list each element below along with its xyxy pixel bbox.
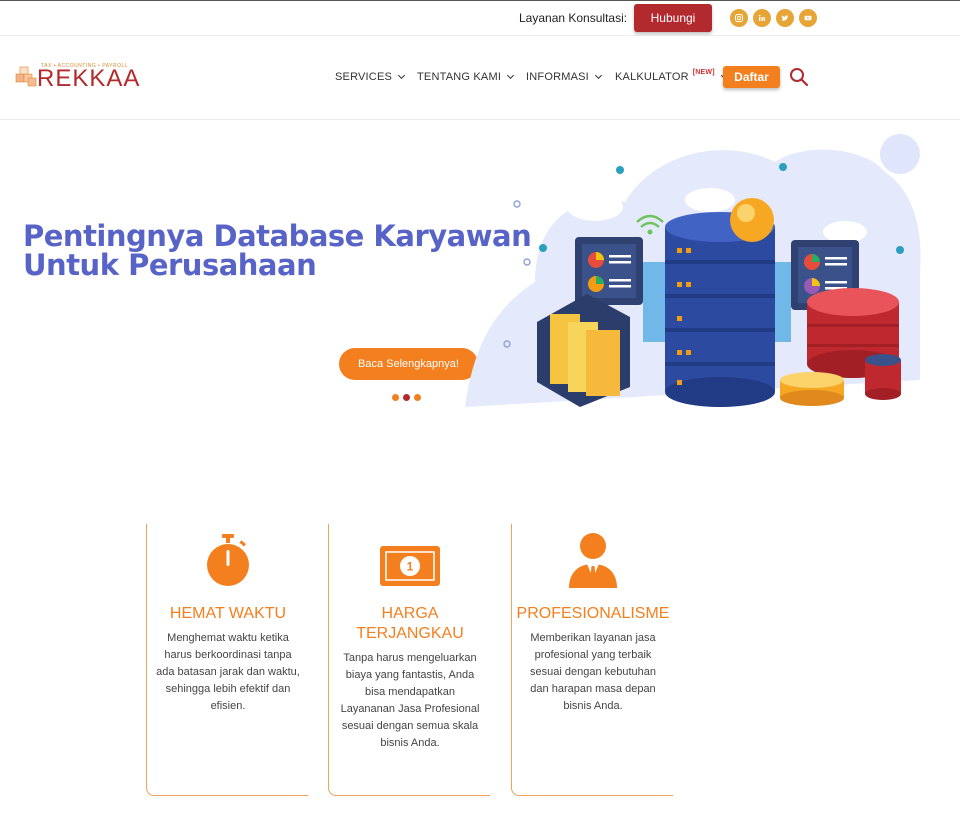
- nav-tentang-kami-label: TENTANG KAMI: [417, 71, 502, 83]
- hubungi-button[interactable]: Hubungi: [634, 4, 712, 32]
- hero-title: Pentingnya Database Karyawan Untuk Perus…: [23, 219, 532, 282]
- slider-dot-2[interactable]: [403, 394, 410, 401]
- slider-dots: [392, 394, 421, 401]
- chevron-down-icon: [594, 71, 602, 80]
- feature-title-line-2: TERJANGKAU: [356, 625, 464, 642]
- search-icon[interactable]: [789, 67, 809, 87]
- logo-cubes-icon: [15, 66, 37, 87]
- logo-brand: REKKAA: [37, 65, 141, 92]
- read-more-button[interactable]: Baca Selengkapnya!: [339, 348, 478, 380]
- professional-person-icon: [568, 533, 617, 588]
- nav-kalkulator-label: KALKULATOR: [615, 71, 689, 83]
- nav-tentang-kami[interactable]: TENTANG KAMI: [417, 71, 515, 83]
- feature-title-line-1: HARGA: [381, 605, 439, 622]
- feature-title: HARGA TERJANGKAU: [329, 604, 491, 644]
- top-bar: Layanan Konsultasi: Hubungi: [0, 0, 960, 36]
- nav-kalkulator[interactable]: KALKULATOR [NEW]: [615, 68, 728, 83]
- svg-text:1: 1: [406, 560, 413, 574]
- stopwatch-icon: [206, 534, 249, 586]
- feature-title: PROFESIONALISME: [516, 605, 670, 622]
- slider-dot-1[interactable]: [392, 394, 399, 401]
- chevron-down-icon: [397, 71, 406, 80]
- twitter-icon[interactable]: [776, 9, 794, 27]
- instagram-icon[interactable]: [730, 9, 748, 27]
- feature-card-hemat-waktu: HEMAT WAKTU Menghemat waktu ketika harus…: [146, 524, 308, 796]
- rekkaa-logo[interactable]: TAX • ACCOUNTING • PAYROLL REKKAA: [15, 60, 139, 96]
- hero-title-line-2: Untuk Perusahaan: [23, 248, 317, 282]
- new-badge: [NEW]: [692, 68, 715, 76]
- daftar-button[interactable]: Daftar: [723, 66, 780, 88]
- nav-informasi-label: INFORMASI: [526, 71, 589, 83]
- feature-card-harga-terjangkau: 1 HARGA TERJANGKAU Tanpa harus mengeluar…: [328, 524, 490, 796]
- nav-informasi[interactable]: INFORMASI: [526, 71, 602, 83]
- consultation-label: Layanan Konsultasi:: [519, 11, 628, 25]
- chevron-down-icon: [507, 71, 515, 80]
- feature-description: Tanpa harus mengeluarkan biaya yang fant…: [340, 652, 480, 749]
- feature-description: Memberikan layanan jasa profesional yang…: [530, 632, 656, 712]
- slider-dot-3[interactable]: [414, 394, 421, 401]
- money-bill-icon: 1: [379, 546, 440, 586]
- linkedin-icon[interactable]: [753, 9, 771, 27]
- nav-services-label: SERVICES: [335, 71, 393, 83]
- database-illustration: [465, 134, 921, 407]
- main-navbar: TAX • ACCOUNTING • PAYROLL REKKAA SERVIC…: [0, 36, 960, 120]
- hero-title-line-1: Pentingnya Database Karyawan: [23, 219, 532, 253]
- feature-title: HEMAT WAKTU: [169, 605, 287, 622]
- feature-description: Menghemat waktu ketika harus berkoordina…: [156, 632, 300, 712]
- feature-card-profesionalisme: PROFESIONALISME Memberikan layanan jasa …: [511, 524, 673, 796]
- youtube-icon[interactable]: [799, 9, 817, 27]
- nav-services[interactable]: SERVICES: [335, 71, 406, 83]
